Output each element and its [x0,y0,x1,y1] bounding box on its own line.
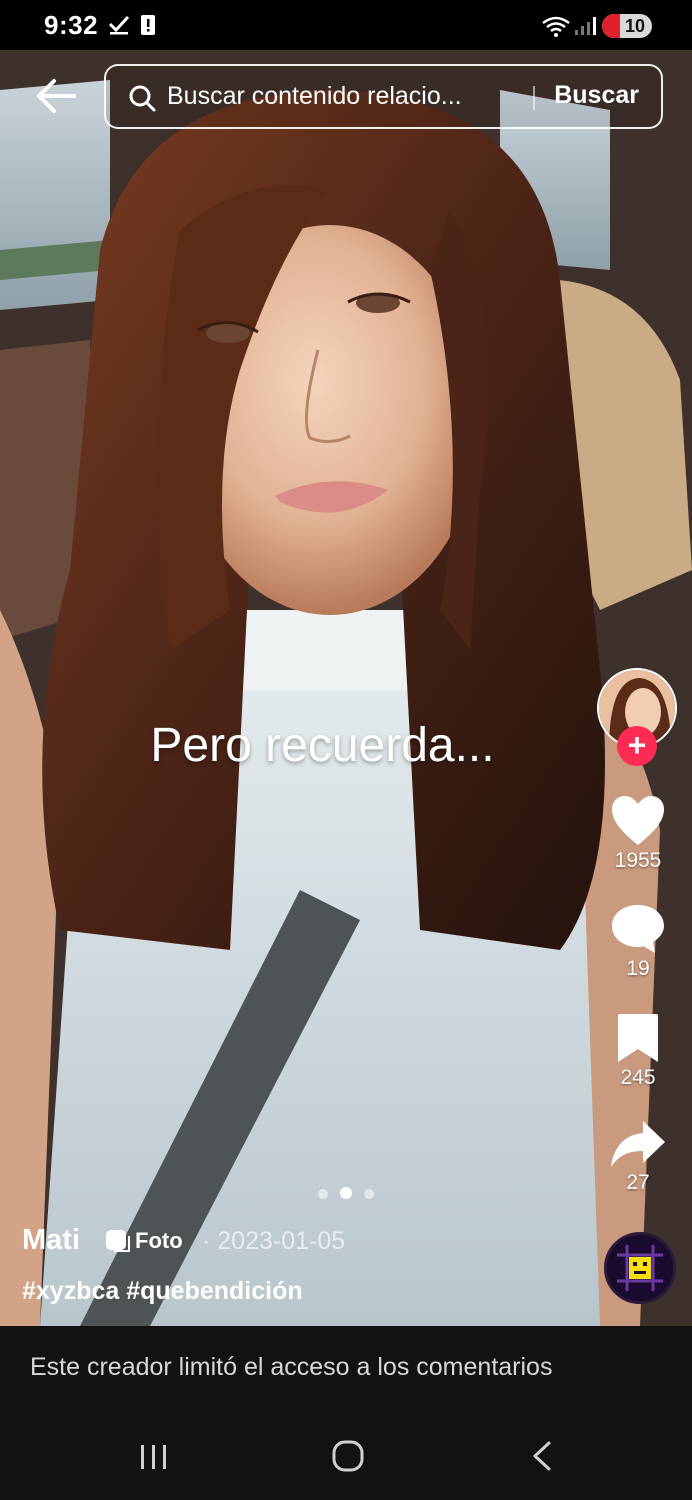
battery-icon: 10 [602,14,652,38]
photo-type-label: Foto [135,1228,183,1253]
system-nav-bar [0,1416,692,1500]
music-disc-art [608,1236,672,1300]
search-icon [129,85,156,112]
wifi-icon [542,16,570,37]
comment-button[interactable]: 19 [602,903,674,981]
save-count: 245 [620,1066,656,1089]
slide-dot [364,1189,374,1199]
back-icon[interactable] [530,1440,554,1472]
bookmark-icon [618,1014,658,1062]
slide-indicator [318,1186,386,1204]
save-button[interactable]: 245 [602,1012,674,1090]
comment-count: 19 [626,957,650,980]
follow-button[interactable]: + [617,726,657,766]
search-divider [533,86,535,110]
back-arrow-icon[interactable] [34,76,78,116]
home-icon[interactable] [332,1440,364,1472]
comment-icon [612,905,664,953]
share-count: 27 [626,1171,650,1194]
battery-level: 10 [624,16,645,36]
search-button[interactable]: Buscar [554,81,639,110]
heart-icon [612,796,664,845]
share-button[interactable]: 27 [602,1119,674,1195]
photo-illustration [0,50,692,1326]
search-bar[interactable]: Buscar contenido relacio... Buscar [104,64,663,129]
comments-bar: Este creador limitó el acceso a los come… [0,1326,692,1416]
hashtags[interactable]: #xyzbca #quebendición [22,1277,303,1306]
overlay-caption: Pero recuerda... [150,719,495,772]
signal-icon [575,17,596,35]
search-input[interactable]: Buscar contenido relacio... [167,82,462,111]
check-icon [108,15,130,35]
photo-icon [106,1230,130,1252]
status-time: 9:32 [44,10,99,40]
comments-restricted-notice: Este creador limitó el acceso a los come… [30,1353,553,1381]
like-button[interactable]: 1955 [602,795,674,873]
slide-dot [318,1189,328,1199]
author-name[interactable]: Mati [22,1224,80,1257]
like-count: 1955 [614,849,662,872]
share-icon [611,1121,665,1167]
post-date: · 2023-01-05 [202,1227,346,1255]
status-bar: 9:32 10 [0,0,692,50]
post-photo[interactable] [0,50,692,1326]
alert-icon [141,15,155,35]
music-disc-icon[interactable] [604,1232,676,1304]
recent-apps-icon[interactable] [138,1442,170,1472]
slide-dot-active [340,1187,352,1199]
